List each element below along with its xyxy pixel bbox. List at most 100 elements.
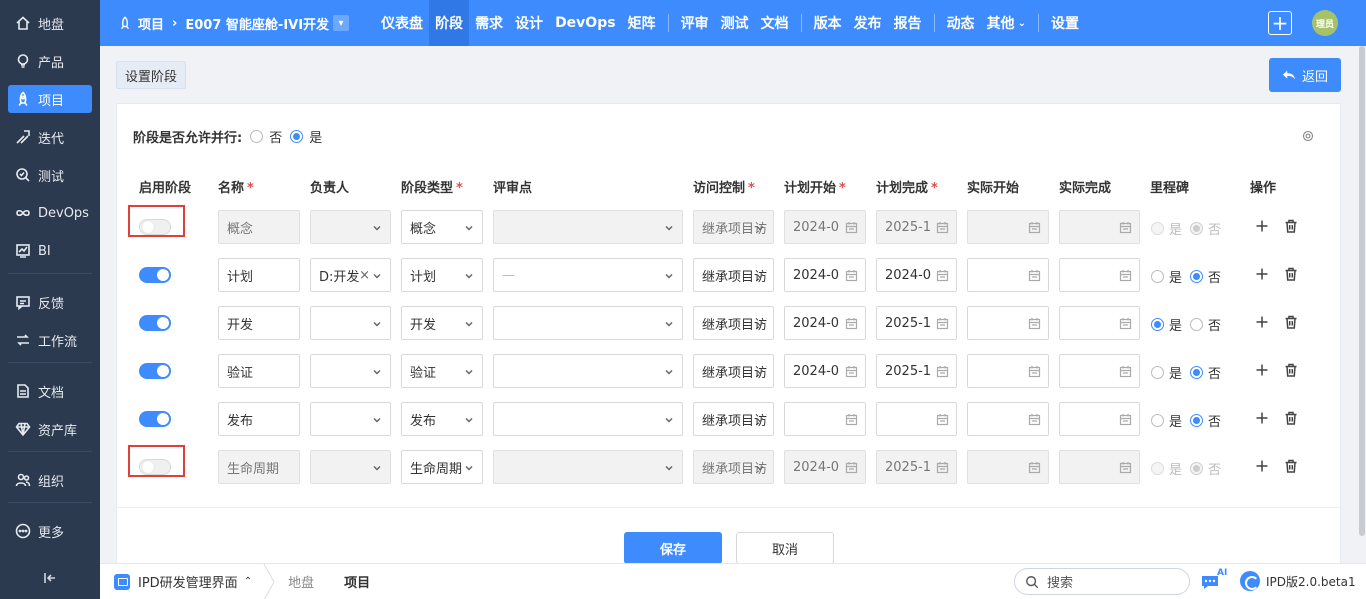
milestone-no-radio[interactable] [1190, 270, 1204, 283]
stage-owner-select[interactable] [310, 210, 391, 244]
stage-actual-end-date-picker[interactable] [1059, 258, 1140, 292]
stage-type-select[interactable]: 开发 [401, 306, 483, 340]
milestone-no-radio[interactable] [1190, 366, 1204, 379]
stage-actual-end-date-picker[interactable] [1059, 450, 1140, 484]
stage-plan-end-date-picker[interactable]: 2025-1 [876, 450, 957, 484]
collapse-sidebar-icon[interactable] [42, 570, 58, 586]
sidebar-item-feedback[interactable]: 反馈 [8, 288, 92, 316]
stage-actual-start-date-picker[interactable] [967, 258, 1049, 292]
milestone-yes-radio[interactable] [1151, 366, 1164, 379]
sidebar-item-bi[interactable]: BI [8, 237, 92, 265]
nav-report[interactable]: 报告 [888, 0, 928, 46]
stage-actual-start-date-picker[interactable] [967, 402, 1049, 436]
stage-plan-start-date-picker[interactable] [784, 402, 866, 436]
stage-plan-start-date-picker[interactable]: 2024-0 [784, 354, 866, 388]
stage-access-select[interactable]: 继承项目访 [693, 306, 774, 340]
add-icon[interactable] [1255, 219, 1269, 233]
milestone-yes-radio[interactable] [1151, 222, 1164, 235]
stage-plan-end-date-picker[interactable]: 2025-1 [876, 354, 957, 388]
add-icon[interactable] [1255, 363, 1269, 377]
stage-plan-start-date-picker[interactable]: 2024-0 [784, 306, 866, 340]
stage-review-select[interactable] [493, 306, 683, 340]
stage-plan-start-date-picker[interactable]: 2024-0 [784, 258, 866, 292]
crumb-projects[interactable]: 项目 [138, 14, 164, 33]
avatar[interactable]: 理员 [1312, 10, 1338, 36]
stage-plan-start-date-picker[interactable]: 2024-0 [784, 210, 866, 244]
enable-stage-toggle[interactable] [139, 411, 171, 427]
save-button[interactable]: 保存 [624, 532, 722, 564]
stage-type-select[interactable]: 计划 [401, 258, 483, 292]
nav-review[interactable]: 评审 [675, 0, 715, 46]
sidebar-item-assets[interactable]: 资产库 [8, 415, 92, 443]
enable-stage-toggle[interactable] [139, 363, 171, 379]
parallel-no-radio[interactable] [250, 130, 264, 143]
stage-access-select[interactable]: 继承项目访 [693, 354, 774, 388]
nav-doc[interactable]: 文档 [755, 0, 795, 46]
sidebar-item-workflow[interactable]: 工作流 [8, 326, 92, 354]
sidebar-item-dashboard[interactable]: 地盘 [8, 9, 92, 37]
stage-review-select[interactable] [493, 354, 683, 388]
stage-plan-end-date-picker[interactable]: 2025-1 [876, 306, 957, 340]
stage-owner-select[interactable] [310, 402, 391, 436]
stage-access-select[interactable]: 继承项目访 [693, 210, 774, 244]
crumb-current-project[interactable]: E007 智能座舱-IVI开发 [185, 14, 329, 33]
nav-activity[interactable]: 动态 [941, 0, 981, 46]
stage-owner-select[interactable] [310, 306, 391, 340]
milestone-no-radio[interactable] [1190, 222, 1204, 235]
stage-actual-end-date-picker[interactable] [1059, 306, 1140, 340]
search-input[interactable]: 搜索 [1014, 568, 1190, 595]
sidebar-item-more[interactable]: 更多 [8, 517, 92, 545]
stage-actual-end-date-picker[interactable] [1059, 210, 1140, 244]
project-switch-dropdown[interactable]: ▾ [333, 15, 350, 31]
stage-actual-start-date-picker[interactable] [967, 450, 1049, 484]
stage-name-input[interactable]: 生命周期 [218, 450, 300, 484]
cancel-button[interactable]: 取消 [736, 532, 834, 564]
nav-test[interactable]: 测试 [715, 0, 755, 46]
stage-review-select[interactable] [493, 402, 683, 436]
stage-name-input[interactable]: 概念 [218, 210, 300, 244]
milestone-yes-radio[interactable] [1151, 462, 1164, 475]
stage-actual-end-date-picker[interactable] [1059, 354, 1140, 388]
nav-release[interactable]: 发布 [848, 0, 888, 46]
stage-review-select[interactable] [493, 450, 683, 484]
delete-icon[interactable] [1284, 363, 1298, 377]
stage-type-select[interactable]: 验证 [401, 354, 483, 388]
add-icon[interactable] [1255, 411, 1269, 425]
nav-devops[interactable]: DevOps [549, 0, 622, 46]
milestone-no-radio[interactable] [1190, 318, 1204, 331]
back-button[interactable]: 返回 [1269, 58, 1341, 92]
stage-name-input[interactable]: 验证 [218, 354, 300, 388]
stage-plan-end-date-picker[interactable]: 2025-1 [876, 210, 957, 244]
stage-actual-start-date-picker[interactable] [967, 354, 1049, 388]
milestone-yes-radio[interactable] [1151, 270, 1164, 283]
sidebar-item-org[interactable]: 组织 [8, 466, 92, 494]
stage-plan-end-date-picker[interactable]: 2024-0 [876, 258, 957, 292]
sidebar-item-product[interactable]: 产品 [8, 47, 92, 75]
gear-icon[interactable] [1302, 130, 1314, 142]
nav-requirements[interactable]: 需求 [469, 0, 509, 46]
milestone-no-radio[interactable] [1190, 462, 1204, 475]
stage-actual-start-date-picker[interactable] [967, 210, 1049, 244]
nav-matrix[interactable]: 矩阵 [622, 0, 662, 46]
clear-icon[interactable]: × [359, 268, 370, 283]
milestone-yes-radio[interactable] [1151, 414, 1164, 427]
stage-access-select[interactable]: 继承项目访 [693, 450, 774, 484]
bottom-tab-project[interactable]: 项目 [344, 572, 370, 591]
add-icon[interactable] [1255, 315, 1269, 329]
add-icon[interactable] [1255, 267, 1269, 281]
nav-stage[interactable]: 阶段 [429, 0, 470, 46]
scrollbar[interactable] [1358, 46, 1366, 563]
nav-version[interactable]: 版本 [808, 0, 848, 46]
sidebar-item-test[interactable]: 测试 [8, 161, 92, 189]
stage-type-select[interactable]: 概念 [401, 210, 483, 244]
milestone-yes-radio[interactable] [1151, 318, 1164, 331]
enable-stage-toggle[interactable] [139, 315, 171, 331]
stage-name-input[interactable]: 开发 [218, 306, 300, 340]
add-icon[interactable] [1255, 459, 1269, 473]
sidebar-item-doc[interactable]: 文档 [8, 377, 92, 405]
ai-assistant-icon[interactable]: AI [1200, 568, 1228, 592]
sidebar-item-project[interactable]: 项目 [8, 85, 92, 113]
nav-dashboard[interactable]: 仪表盘 [375, 0, 429, 46]
stage-review-select[interactable] [493, 210, 683, 244]
stage-plan-end-date-picker[interactable] [876, 402, 957, 436]
